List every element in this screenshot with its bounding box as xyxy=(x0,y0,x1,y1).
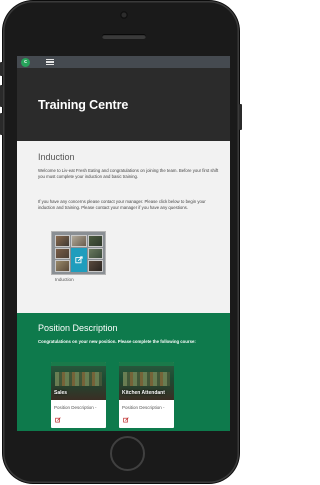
position-intro-text: Congratulations on your new position. Pl… xyxy=(38,339,196,344)
volume-down-button xyxy=(0,113,3,135)
hamburger-menu-icon[interactable] xyxy=(46,58,54,66)
course-photo xyxy=(71,235,87,247)
course-card-description: Position Description - xyxy=(122,405,165,410)
course-card-title: Sales xyxy=(54,390,68,396)
course-photo xyxy=(88,260,103,272)
position-heading: Position Description xyxy=(38,323,118,333)
volume-up-button xyxy=(0,85,3,107)
external-link-icon[interactable] xyxy=(55,417,61,424)
course-card-description: Position Description - xyxy=(54,405,97,410)
course-card-kitchen-attendant[interactable]: Kitchen Attendant Position Description - xyxy=(119,362,174,428)
induction-heading: Induction xyxy=(38,152,75,162)
mute-switch xyxy=(0,62,3,76)
course-card-sales[interactable]: Sales Position Description - xyxy=(51,362,106,428)
course-photo xyxy=(55,235,70,247)
hero-banner: Training Centre xyxy=(17,68,230,141)
position-description-section: Position Description Congratulations on … xyxy=(17,313,230,431)
front-camera xyxy=(120,11,128,19)
course-card-title: Kitchen Attendant xyxy=(122,390,165,396)
induction-welcome-text: Welcome to Liv-eat Fresh Eating and cong… xyxy=(38,168,219,179)
earpiece-speaker xyxy=(102,34,146,39)
edit-icon[interactable] xyxy=(71,248,87,272)
page-title: Training Centre xyxy=(38,98,129,112)
app-logo[interactable]: c xyxy=(21,57,30,67)
app-logo-glyph: c xyxy=(24,58,27,65)
induction-course-tile[interactable] xyxy=(51,231,106,275)
course-photo xyxy=(88,235,103,247)
course-photo xyxy=(88,248,103,259)
power-button xyxy=(239,104,242,130)
induction-tile-label[interactable]: Induction xyxy=(55,277,74,282)
top-navbar: c xyxy=(17,56,230,68)
course-photo xyxy=(55,248,70,259)
external-link-icon[interactable] xyxy=(123,417,129,424)
induction-section: Induction Welcome to Liv-eat Fresh Eatin… xyxy=(17,141,230,313)
home-button[interactable] xyxy=(110,436,145,471)
app-screen: c Training Centre Induction Welcome to L… xyxy=(17,56,230,431)
course-photo xyxy=(55,260,70,272)
induction-instructions-text: If you have any concerns please contact … xyxy=(38,199,206,210)
